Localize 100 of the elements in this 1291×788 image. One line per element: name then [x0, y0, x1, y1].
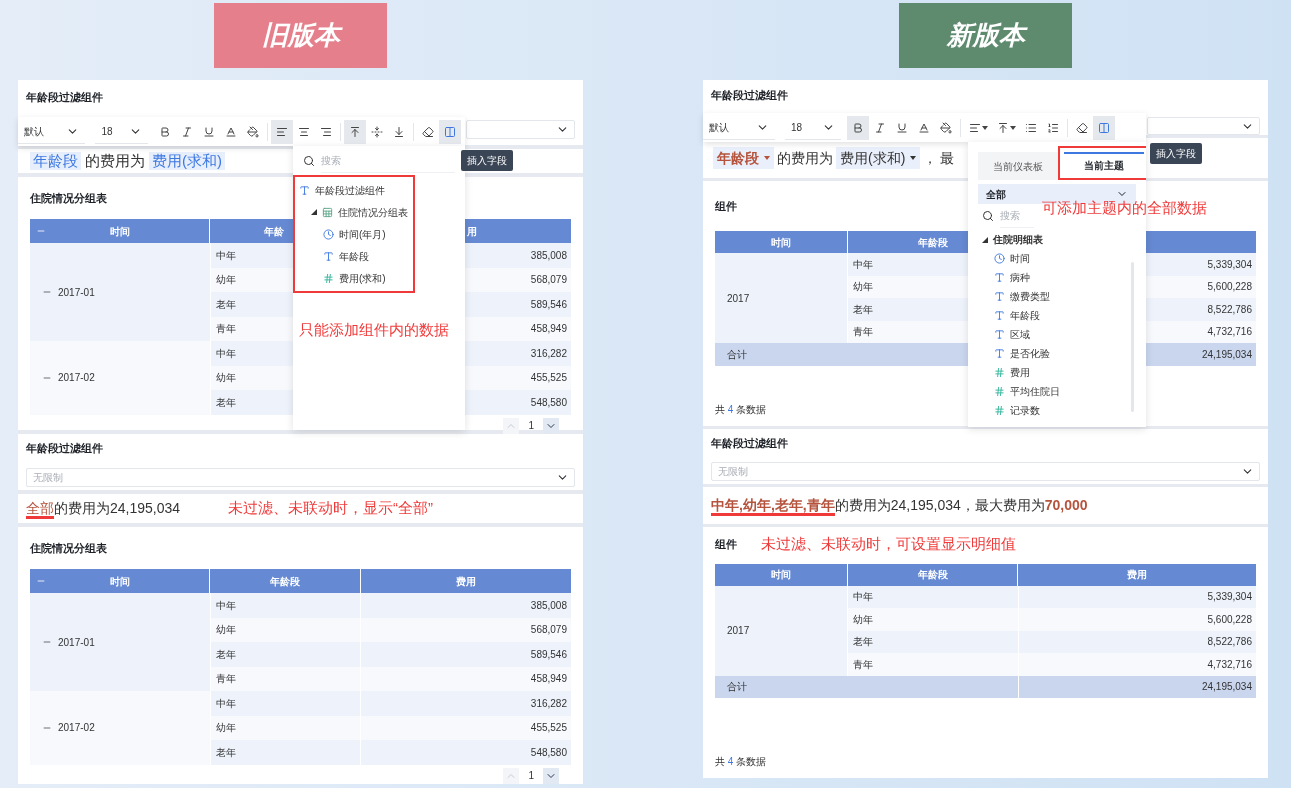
- table-cell: 青年: [209, 666, 361, 691]
- tree-item[interactable]: 年龄段过滤组件: [295, 179, 413, 201]
- clock-icon: [323, 228, 334, 240]
- bullet-list-icon: [1025, 121, 1037, 134]
- row-count: 共 4 条数据: [714, 404, 768, 415]
- table-cell: 老年: [209, 642, 361, 667]
- page-number: 1: [527, 769, 535, 783]
- summary-text: 全部的费用为24,195,034: [26, 499, 181, 518]
- insert-field-icon: [444, 125, 456, 138]
- tooltip: 插入字段: [1150, 143, 1202, 164]
- expand-arrow-icon[interactable]: [982, 236, 988, 243]
- hash-icon: [994, 405, 1005, 416]
- row-count: 共 4 条数据: [714, 756, 768, 767]
- column-header: 年龄段: [847, 563, 1018, 586]
- tree-item[interactable]: 记录数: [978, 401, 1136, 420]
- table-cell: 合计: [715, 675, 1018, 698]
- table-cell: 8,522,786: [1017, 630, 1256, 653]
- table-cell: 2017: [715, 585, 848, 676]
- align-left-button[interactable]: [271, 119, 293, 144]
- table-cell: 中年: [847, 585, 1018, 608]
- next-page-button[interactable]: [543, 767, 559, 784]
- column-header: 时间: [30, 569, 209, 593]
- table-cell: 老年: [209, 740, 361, 765]
- tab[interactable]: 当前仪表板: [978, 152, 1058, 180]
- bold-button[interactable]: [847, 115, 869, 140]
- table-cell: 568,079: [360, 617, 571, 642]
- table-cell: 老年: [847, 630, 1018, 653]
- field-token[interactable]: 年龄段: [713, 147, 774, 169]
- table-cell: 548,580: [360, 740, 571, 765]
- annotation-text: 未过滤、未联动时，显示“全部”: [228, 498, 434, 519]
- align-right-icon: [320, 125, 332, 138]
- column-header: 费用: [1018, 563, 1256, 586]
- search-field[interactable]: 搜索: [321, 149, 455, 173]
- table-cell: 24,195,034: [1017, 675, 1256, 698]
- font-color-icon: [918, 121, 930, 134]
- table-cell: 589,546: [360, 642, 571, 667]
- insert-field-button[interactable]: [439, 119, 461, 144]
- underline-icon: [896, 121, 908, 134]
- column-header: 时间: [30, 219, 209, 243]
- field-token[interactable]: 费用(求和): [149, 151, 225, 171]
- table-cell: 幼年: [847, 608, 1018, 631]
- font-select[interactable]: 默认: [703, 115, 775, 140]
- font-select[interactable]: 默认: [18, 119, 86, 144]
- table-cell: 2017-01: [30, 593, 210, 691]
- italic-icon: [181, 125, 193, 138]
- column-header: 费用: [361, 569, 571, 593]
- text-icon: [994, 291, 1005, 302]
- text-icon: [299, 184, 310, 196]
- align-top-button[interactable]: [344, 119, 366, 144]
- table-cell: 幼年: [209, 617, 361, 642]
- page-number: 1: [527, 419, 535, 433]
- tree-item[interactable]: 费用: [978, 363, 1136, 382]
- next-page-button[interactable]: [543, 417, 559, 434]
- sentence-text: 最: [940, 148, 955, 168]
- bold-icon: [852, 121, 864, 134]
- column-header: 时间: [715, 231, 847, 253]
- expand-arrow-icon[interactable]: [311, 209, 317, 215]
- font-color-icon: [225, 125, 237, 138]
- sentence-text: ，: [923, 148, 938, 168]
- select-field[interactable]: 无限制: [26, 468, 575, 487]
- align-center-icon: [298, 125, 310, 138]
- table-cell: 4,732,716: [1017, 653, 1256, 676]
- tree-item[interactable]: 平均住院日: [978, 382, 1136, 401]
- text-icon: [994, 310, 1005, 321]
- widget-title: 住院情况分组表: [30, 192, 107, 204]
- select-field[interactable]: 无限制: [711, 462, 1260, 481]
- table-cell: 青年: [847, 653, 1018, 676]
- font-size-select[interactable]: 18: [95, 119, 148, 144]
- search-field[interactable]: 搜索: [1000, 204, 1034, 228]
- text-icon: [994, 329, 1005, 340]
- insert-field-button[interactable]: [1093, 115, 1115, 140]
- text-icon: [994, 348, 1005, 359]
- align-left-icon: [276, 125, 288, 138]
- vertical-align-menu-icon: [996, 121, 1009, 134]
- select-field[interactable]: [466, 120, 575, 139]
- search-icon: [982, 210, 994, 222]
- clock-icon: [994, 253, 1005, 264]
- eraser-icon: [422, 125, 434, 138]
- font-size-select[interactable]: 18: [785, 115, 841, 140]
- select-field[interactable]: [1147, 117, 1260, 135]
- eraser-icon: [1076, 121, 1088, 134]
- table-cell: 2017-01: [30, 243, 210, 341]
- table-cell: 中年: [209, 691, 361, 716]
- hash-icon: [994, 367, 1005, 378]
- underline-icon: [203, 125, 215, 138]
- align-bottom-icon: [393, 125, 405, 138]
- hash-icon: [323, 272, 334, 284]
- field-token[interactable]: 费用(求和): [836, 147, 921, 169]
- field-token[interactable]: 年龄段: [30, 151, 81, 171]
- align-menu-icon: [968, 121, 981, 134]
- align-middle-icon: [371, 125, 383, 138]
- sentence-text: 的费用为: [777, 148, 833, 168]
- version-banner: 新版本: [899, 3, 1072, 68]
- fill-color-icon: [940, 121, 952, 134]
- caret-icon: [910, 156, 917, 160]
- version-banner: 旧版本: [214, 3, 387, 68]
- column-header: 年龄段: [210, 569, 361, 593]
- table-cell: 385,008: [360, 593, 571, 618]
- table-cell: 2017-02: [30, 691, 210, 765]
- summary-text: 中年,幼年,老年,青年的费用为24,195,034，最大费用为70,000: [711, 496, 1260, 515]
